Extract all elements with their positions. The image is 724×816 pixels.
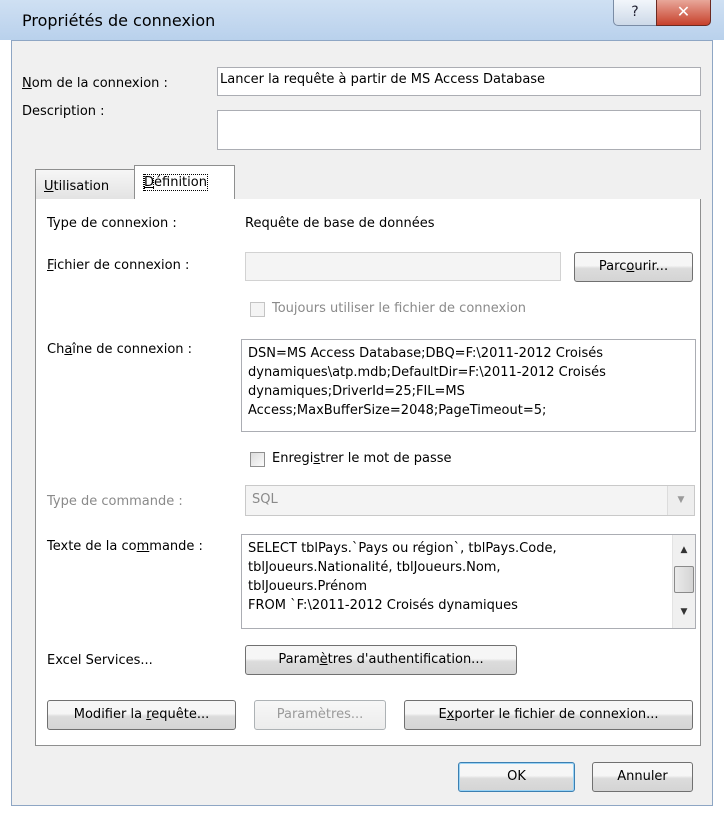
save-password-label: Enregistrer le mot de passe	[272, 451, 452, 466]
browse-button[interactable]: Parcourir...	[574, 252, 693, 282]
parameters-button[interactable]: Paramètres...	[254, 700, 386, 730]
description-value	[218, 111, 700, 119]
save-password-checkbox[interactable]	[250, 452, 265, 467]
connection-name-input[interactable]: Lancer la requête à partir de MS Access …	[217, 67, 701, 96]
scroll-up-icon[interactable]: ▲	[673, 539, 695, 561]
scroll-down-icon[interactable]: ▼	[673, 601, 695, 623]
connection-string-text: DSN=MS Access Database;DBQ=F:\2011-2012 …	[248, 346, 606, 418]
excel-services-label: Excel Services...	[47, 653, 153, 668]
close-icon: ✕	[676, 2, 691, 21]
cancel-button[interactable]: Annuler	[592, 762, 693, 792]
connection-file-value	[246, 253, 560, 261]
chevron-down-icon[interactable]: ▼	[667, 486, 694, 515]
ok-button[interactable]: OK	[458, 762, 575, 792]
command-text-text: SELECT tblPays.`Pays ou région`, tblPays…	[248, 541, 557, 613]
help-button[interactable]: ?	[613, 0, 657, 26]
scroll-thumb[interactable]	[674, 566, 694, 593]
tab-definition[interactable]: Définition	[134, 165, 235, 199]
edit-query-button[interactable]: Modifier la requête...	[47, 700, 236, 730]
export-connection-button[interactable]: Exporter le fichier de connexion...	[404, 700, 693, 730]
connection-name-label: Nom de la connexion :	[22, 76, 168, 91]
connection-file-input[interactable]	[245, 252, 561, 281]
help-icon: ?	[631, 4, 639, 20]
connection-name-value: Lancer la requête à partir de MS Access …	[220, 72, 546, 87]
command-text-textarea[interactable]: SELECT tblPays.`Pays ou région`, tblPays…	[241, 534, 696, 629]
command-type-select[interactable]: SQL ▼	[245, 485, 695, 516]
command-text-label: Texte de la commande :	[47, 539, 203, 554]
description-input[interactable]	[217, 110, 701, 150]
always-use-file-checkbox[interactable]	[250, 302, 265, 317]
command-text-scrollbar[interactable]: ▲ ▼	[672, 535, 695, 628]
auth-settings-button[interactable]: Paramètres d'authentification...	[245, 645, 517, 675]
command-type-value: SQL	[252, 492, 278, 507]
connection-string-textarea[interactable]: DSN=MS Access Database;DBQ=F:\2011-2012 …	[241, 339, 696, 432]
tab-usage[interactable]: Utilisation	[35, 169, 135, 199]
close-button[interactable]: ✕	[656, 0, 711, 26]
connection-file-label: Fichier de connexion :	[47, 258, 190, 273]
connection-type-value: Requête de base de données	[245, 216, 435, 231]
always-use-file-label: Toujours utiliser le fichier de connexio…	[272, 301, 527, 316]
connection-string-label: Chaîne de connexion :	[47, 342, 193, 357]
command-type-label: Type de commande :	[47, 494, 183, 509]
description-label: Description :	[22, 104, 105, 119]
connection-type-label: Type de connexion :	[47, 216, 177, 231]
window-title: Propriétés de connexion	[22, 11, 216, 30]
